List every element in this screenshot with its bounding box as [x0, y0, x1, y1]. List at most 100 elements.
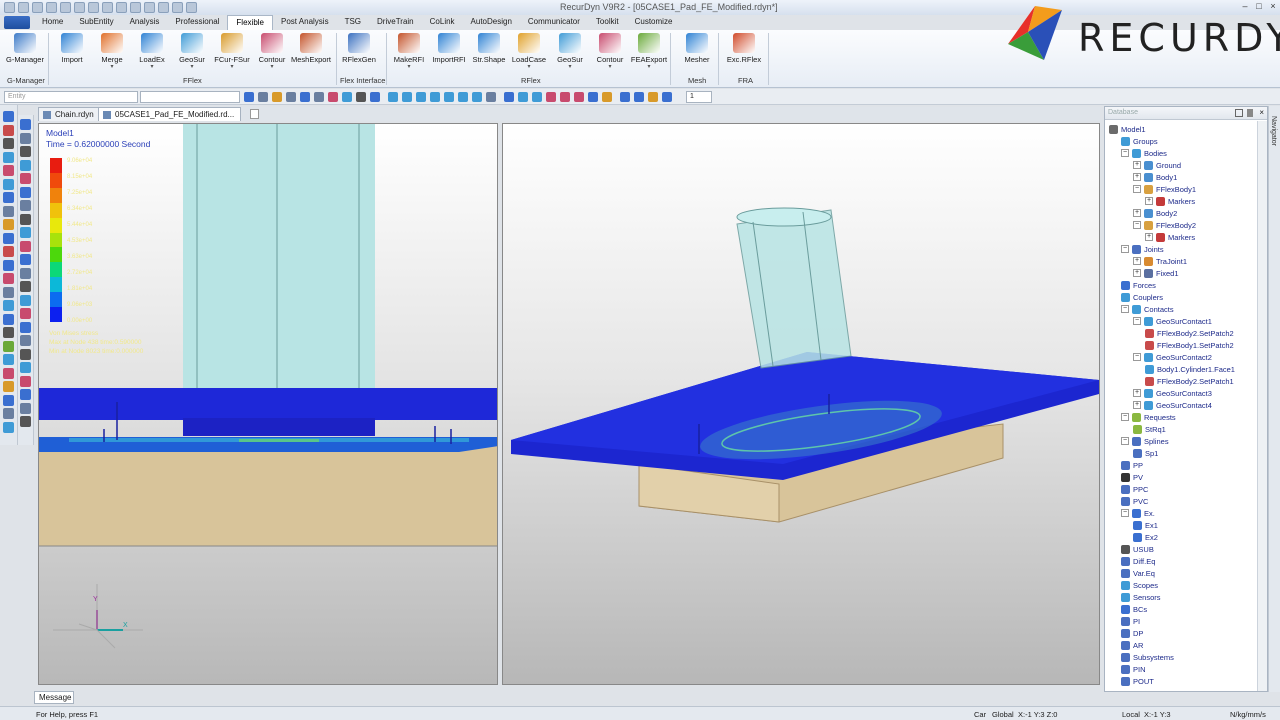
collapse-icon[interactable]: − [1121, 437, 1129, 445]
rflexgen-button[interactable]: RFlexGen [338, 33, 380, 75]
tree-item[interactable]: − GeoSurContact1 [1133, 315, 1212, 327]
new-file-icon[interactable] [4, 2, 15, 13]
geosur-button[interactable]: GeoSur ▾ [549, 33, 591, 75]
loadcase-button[interactable]: LoadCase ▾ [508, 33, 550, 75]
toolbar-tool-icon[interactable] [588, 92, 598, 102]
tab-flexible[interactable]: Flexible [227, 15, 273, 30]
tree-item[interactable]: Couplers [1121, 291, 1163, 303]
tree-item[interactable]: − FFlexBody2 [1133, 219, 1196, 231]
entity-select[interactable]: Entity [4, 91, 138, 103]
str-shape-button[interactable]: Str.Shape [468, 33, 510, 75]
meshexport-button[interactable]: MeshExport [290, 33, 332, 75]
toolbar-tool-icon[interactable] [504, 92, 514, 102]
tab-customize[interactable]: Customize [627, 15, 681, 30]
tree-item[interactable]: POUT [1121, 675, 1154, 687]
tree-item[interactable]: USUB [1121, 543, 1154, 555]
tree-item[interactable]: BCs [1121, 603, 1147, 615]
left-toolbar-icon[interactable] [20, 267, 31, 279]
tree-item[interactable]: Ex1 [1133, 519, 1158, 531]
collapse-icon[interactable]: − [1133, 353, 1141, 361]
merge-button[interactable]: Merge ▾ [91, 33, 133, 75]
toolbar-tool-icon[interactable] [518, 92, 528, 102]
left-toolbar-icon[interactable] [20, 213, 31, 225]
toolbar-tool-icon[interactable] [560, 92, 570, 102]
left-toolbar-icon[interactable] [20, 375, 31, 387]
database-scrollbar[interactable] [1257, 121, 1267, 691]
play-icon[interactable] [158, 2, 169, 13]
left-toolbar-icon[interactable] [20, 240, 31, 252]
toolbar-tool-icon[interactable] [458, 92, 468, 102]
left-toolbar-icon[interactable] [3, 394, 14, 406]
left-toolbar-icon[interactable] [3, 124, 14, 136]
toolbar-tool-icon[interactable] [314, 92, 324, 102]
expand-icon[interactable]: + [1145, 197, 1153, 205]
tree-item[interactable]: + Markers [1145, 195, 1195, 207]
tree-item[interactable]: FFlexBody2.SetPatch1 [1145, 375, 1234, 387]
viewport-iso[interactable] [502, 123, 1100, 685]
left-toolbar-icon[interactable] [3, 151, 14, 163]
exc-rflex-button[interactable]: Exc.RFlex [723, 33, 765, 75]
tree-item[interactable]: Diff.Eq [1121, 555, 1155, 567]
left-toolbar-icon[interactable] [3, 367, 14, 379]
tree-item[interactable]: PVC [1121, 495, 1148, 507]
left-toolbar-icon[interactable] [3, 273, 14, 284]
left-toolbar-icon[interactable] [20, 281, 31, 292]
toolbar-tool-icon[interactable] [662, 92, 672, 102]
options-icon[interactable] [102, 2, 113, 13]
tree-item[interactable]: PIN [1121, 663, 1146, 675]
collapse-icon[interactable]: − [1121, 413, 1129, 421]
toolbar-tool-icon[interactable] [402, 92, 412, 102]
doc-tab-chain[interactable]: Chain.rdyn [38, 107, 101, 121]
collapse-icon[interactable]: − [1121, 509, 1129, 517]
left-toolbar-icon[interactable] [3, 192, 14, 203]
left-toolbar-icon[interactable] [20, 186, 31, 198]
tree-item[interactable]: DP [1121, 627, 1143, 639]
stop-icon[interactable] [186, 2, 197, 13]
geosur-button[interactable]: GeoSur ▾ [171, 33, 213, 75]
makerfi-button[interactable]: MakeRFI ▾ [388, 33, 430, 75]
toolbar-tool-icon[interactable] [486, 92, 496, 102]
collapse-icon[interactable]: − [1121, 305, 1129, 313]
loadex-button[interactable]: LoadEx ▾ [131, 33, 173, 75]
tree-item[interactable]: − FFlexBody1 [1133, 183, 1196, 195]
tree-item[interactable]: + GeoSurContact4 [1133, 399, 1212, 411]
save-as-icon[interactable] [46, 2, 57, 13]
toolbar-tool-icon[interactable] [244, 92, 254, 102]
tab-toolkit[interactable]: Toolkit [588, 15, 627, 30]
tab-subentity[interactable]: SubEntity [71, 15, 121, 30]
new-document-icon[interactable] [250, 109, 259, 119]
toolbar-tool-icon[interactable] [300, 92, 310, 102]
tree-item[interactable]: Forces [1121, 279, 1156, 291]
toolbar-tool-icon[interactable] [272, 92, 282, 102]
left-toolbar-icon[interactable] [3, 165, 14, 176]
left-toolbar-icon[interactable] [20, 362, 31, 373]
left-toolbar-icon[interactable] [3, 246, 14, 257]
refresh-icon[interactable] [144, 2, 155, 13]
tree-item[interactable]: + Fixed1 [1133, 267, 1179, 279]
tree-item[interactable]: + TraJoint1 [1133, 255, 1187, 267]
left-toolbar-icon[interactable] [20, 416, 31, 427]
toolbar-tool-icon[interactable] [286, 92, 296, 102]
left-toolbar-icon[interactable] [20, 119, 31, 130]
toolbar-tool-icon[interactable] [430, 92, 440, 102]
left-toolbar-icon[interactable] [20, 146, 31, 157]
left-toolbar-icon[interactable] [20, 227, 31, 238]
left-toolbar-icon[interactable] [3, 259, 14, 271]
left-toolbar-icon[interactable] [20, 159, 31, 171]
import-button[interactable]: Import [51, 33, 93, 75]
pin-icon[interactable] [1247, 109, 1253, 117]
toolbar-tool-icon[interactable] [546, 92, 556, 102]
expand-icon[interactable]: + [1145, 233, 1153, 241]
collapse-icon[interactable]: − [1133, 221, 1141, 229]
tree-item[interactable]: Groups [1121, 135, 1158, 147]
tab-autodesign[interactable]: AutoDesign [463, 15, 520, 30]
left-toolbar-icon[interactable] [3, 340, 14, 352]
tree-item[interactable]: FFlexBody2.SetPatch2 [1145, 327, 1234, 339]
filter-icon[interactable] [1235, 109, 1243, 117]
toolbar-tool-icon[interactable] [328, 92, 338, 102]
mesher-button[interactable]: Mesher [676, 33, 718, 75]
tab-home[interactable]: Home [34, 15, 71, 30]
toolbar-tool-icon[interactable] [444, 92, 454, 102]
left-toolbar-icon[interactable] [20, 402, 31, 414]
left-toolbar-icon[interactable] [20, 200, 31, 211]
